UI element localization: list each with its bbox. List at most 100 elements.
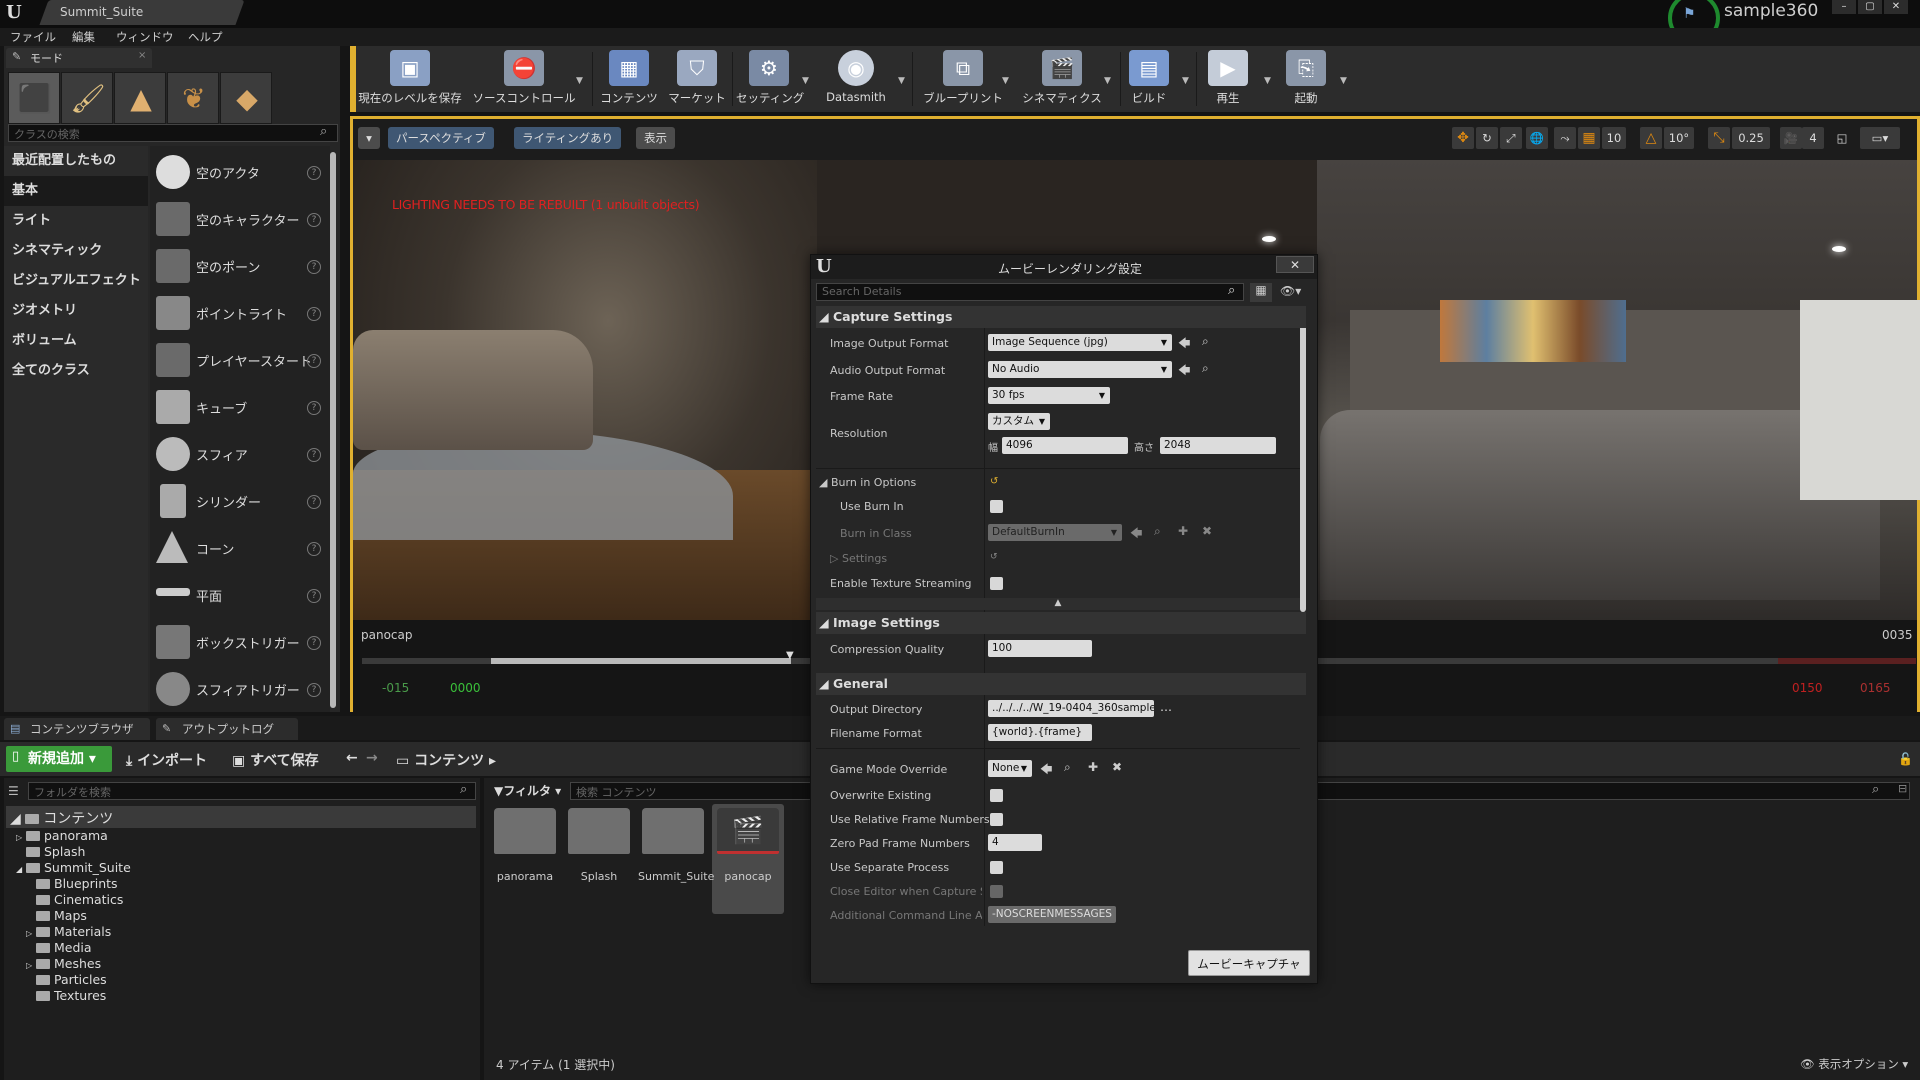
- frame-rate-select[interactable]: 30 fps: [988, 387, 1110, 404]
- minimize-button[interactable]: –: [1832, 0, 1856, 14]
- browse-arrow-icon[interactable]: 🡄: [1178, 361, 1190, 382]
- find-icon[interactable]: ⌕: [1202, 334, 1209, 349]
- add-icon[interactable]: ✚: [1088, 760, 1098, 774]
- asset-tile[interactable]: Summit_Suite: [638, 808, 714, 883]
- cinematics-dropdown[interactable]: ▼: [1104, 76, 1111, 86]
- resolution-preset-select[interactable]: カスタム: [988, 413, 1050, 430]
- browse-directory-button[interactable]: …: [1160, 700, 1172, 714]
- history-icon[interactable]: ⊟: [1898, 782, 1907, 795]
- category-lights[interactable]: ライト: [4, 206, 148, 236]
- output-directory-input[interactable]: ../../../../W_19-0404_360sample: [988, 700, 1154, 717]
- tree-expander-icon[interactable]: ▷: [26, 929, 36, 938]
- lighting-mode-button[interactable]: ライティングあり: [514, 127, 622, 149]
- filename-format-input[interactable]: {world}.{frame}: [988, 724, 1092, 741]
- game-mode-override-select[interactable]: None: [988, 760, 1032, 777]
- tree-item[interactable]: Textures: [26, 988, 106, 1003]
- dialog-close-button[interactable]: ✕: [1276, 256, 1314, 273]
- play-button[interactable]: ▶ 再生: [1200, 50, 1256, 108]
- zero-pad-input[interactable]: 4: [988, 834, 1042, 851]
- close-editor-checkbox[interactable]: [990, 885, 1003, 898]
- show-button[interactable]: 表示: [636, 127, 675, 149]
- collapse-advanced-icon[interactable]: ▲: [816, 598, 1300, 610]
- category-visual-effects[interactable]: ビジュアルエフェクト: [4, 266, 148, 296]
- settings-button[interactable]: ⚙ セッティング: [736, 50, 804, 108]
- help-icon[interactable]: ?: [307, 542, 321, 556]
- tree-item[interactable]: Blueprints: [26, 876, 118, 891]
- build-button[interactable]: ▤ ビルド: [1124, 50, 1174, 108]
- tab-content-browser[interactable]: コンテンツブラウザ: [4, 718, 150, 740]
- launch-button[interactable]: ⎘ 起動: [1278, 50, 1334, 108]
- menu-window[interactable]: ウィンドウ: [116, 29, 174, 45]
- tree-item[interactable]: ▷ panorama: [16, 828, 108, 843]
- tree-item[interactable]: ▷ Meshes: [26, 956, 101, 971]
- add-icon[interactable]: ✚: [1178, 524, 1188, 538]
- back-button[interactable]: ←: [346, 750, 358, 766]
- use-separate-process-checkbox[interactable]: [990, 861, 1003, 874]
- audio-output-format-select[interactable]: No Audio: [988, 361, 1172, 378]
- scale-icon[interactable]: ⤢: [1500, 127, 1522, 149]
- reset-icon[interactable]: ↺: [990, 476, 998, 487]
- browse-arrow-icon[interactable]: 🡄: [1130, 524, 1142, 545]
- find-icon[interactable]: ⌕: [1154, 524, 1161, 539]
- burn-in-class-select[interactable]: DefaultBurnIn: [988, 524, 1122, 541]
- enable-texture-streaming-checkbox[interactable]: [990, 577, 1003, 590]
- category-geometry[interactable]: ジオメトリ: [4, 296, 148, 326]
- category-volumes[interactable]: ボリューム: [4, 326, 148, 356]
- launch-dropdown[interactable]: ▼: [1340, 76, 1347, 86]
- scale-snap-value[interactable]: 0.25: [1732, 127, 1770, 149]
- tree-item[interactable]: ▷ Materials: [26, 924, 111, 939]
- rotation-snap-value[interactable]: 10°: [1664, 127, 1694, 149]
- tree-item[interactable]: Maps: [26, 908, 87, 923]
- camera-speed-value[interactable]: 4: [1802, 127, 1824, 149]
- browse-arrow-icon[interactable]: 🡄: [1040, 760, 1052, 781]
- use-burn-in-checkbox[interactable]: [990, 500, 1003, 513]
- settings-expander[interactable]: ▷ Settings: [830, 552, 887, 565]
- build-dropdown[interactable]: ▼: [1182, 76, 1189, 86]
- place-mode-button[interactable]: ⬛: [8, 72, 60, 124]
- help-icon[interactable]: ?: [307, 213, 321, 227]
- category-cinematic[interactable]: シネマティック: [4, 236, 148, 266]
- maximize-button[interactable]: ▢: [1858, 0, 1882, 14]
- tree-item[interactable]: Media: [26, 940, 92, 955]
- source-control-button[interactable]: ⛔ ソースコントロール: [468, 50, 580, 108]
- find-icon[interactable]: ⌕: [1202, 361, 1209, 376]
- menu-help[interactable]: ヘルプ: [188, 29, 223, 45]
- help-icon[interactable]: ?: [307, 495, 321, 509]
- save-level-button[interactable]: ▣ 現在のレベルを保存: [356, 50, 464, 108]
- grid-snap-icon[interactable]: ▦: [1578, 127, 1600, 149]
- help-icon[interactable]: ?: [307, 401, 321, 415]
- filter-button[interactable]: ▼フィルタ ▾: [494, 782, 561, 799]
- burn-in-options-header[interactable]: ◢ Burn in Options: [819, 476, 916, 489]
- translate-icon[interactable]: ✥: [1452, 127, 1474, 149]
- find-icon[interactable]: ⌕: [1064, 760, 1071, 775]
- tree-item[interactable]: ◢ Summit_Suite: [16, 860, 131, 875]
- view-options-button[interactable]: 👁 表示オプション ▾: [1800, 1056, 1908, 1072]
- overwrite-existing-checkbox[interactable]: [990, 789, 1003, 802]
- close-tab-icon[interactable]: ×: [138, 50, 146, 61]
- category-basic[interactable]: 基本: [4, 176, 148, 206]
- viewport-options-button[interactable]: ▾: [358, 127, 380, 149]
- geometry-mode-button[interactable]: ◆: [220, 72, 272, 124]
- sources-toggle-icon[interactable]: ☰: [8, 784, 19, 798]
- maximize-viewport-icon[interactable]: ◱: [1834, 127, 1850, 149]
- paint-mode-button[interactable]: 🖌: [61, 72, 113, 124]
- tree-expander-icon[interactable]: ▷: [16, 833, 26, 842]
- menu-edit[interactable]: 編集: [72, 29, 95, 45]
- world-space-icon[interactable]: 🌐: [1526, 127, 1548, 149]
- help-icon[interactable]: ?: [307, 448, 321, 462]
- additional-cmd-input[interactable]: -NOSCREENMESSAGES: [988, 906, 1116, 923]
- capture-movie-button[interactable]: ムービーキャプチャ: [1188, 950, 1310, 976]
- help-icon[interactable]: ?: [307, 683, 321, 697]
- playhead-icon[interactable]: ▼: [786, 650, 794, 661]
- foliage-mode-button[interactable]: ❦: [167, 72, 219, 124]
- asset-tile[interactable]: panorama: [490, 808, 560, 883]
- clear-icon[interactable]: ✖: [1202, 524, 1212, 538]
- help-icon[interactable]: ?: [307, 589, 321, 603]
- browse-arrow-icon[interactable]: 🡄: [1178, 334, 1190, 355]
- path-root-button[interactable]: ▭ コンテンツ ▸: [396, 750, 496, 770]
- marketplace-button[interactable]: ⛉ マーケット: [664, 50, 730, 108]
- blueprints-dropdown[interactable]: ▼: [1002, 76, 1009, 86]
- eye-options-icon[interactable]: 👁▾: [1280, 284, 1301, 298]
- forward-button[interactable]: →: [366, 750, 378, 766]
- camera-speed-icon[interactable]: 🎥: [1780, 127, 1802, 149]
